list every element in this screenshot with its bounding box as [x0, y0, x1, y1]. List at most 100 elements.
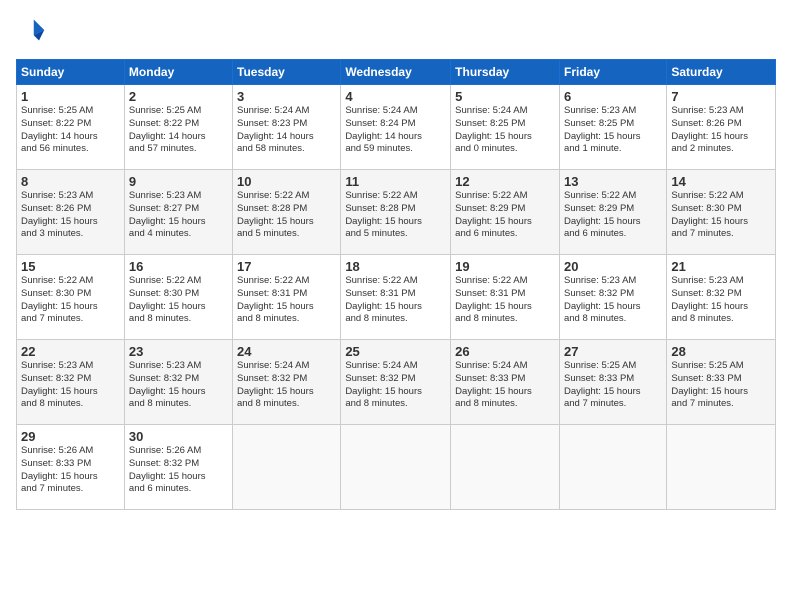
calendar-cell: 11Sunrise: 5:22 AM Sunset: 8:28 PM Dayli… [341, 170, 451, 255]
calendar-cell: 26Sunrise: 5:24 AM Sunset: 8:33 PM Dayli… [451, 340, 560, 425]
day-number: 13 [564, 174, 662, 189]
day-number: 10 [237, 174, 336, 189]
calendar-cell [667, 425, 776, 510]
day-info: Sunrise: 5:24 AM Sunset: 8:23 PM Dayligh… [237, 105, 336, 156]
day-number: 1 [21, 89, 120, 104]
day-number: 29 [21, 429, 120, 444]
calendar-cell: 12Sunrise: 5:22 AM Sunset: 8:29 PM Dayli… [451, 170, 560, 255]
logo-icon [18, 16, 46, 44]
day-number: 2 [129, 89, 228, 104]
calendar-cell: 23Sunrise: 5:23 AM Sunset: 8:32 PM Dayli… [124, 340, 232, 425]
day-header-tuesday: Tuesday [233, 60, 341, 85]
logo [16, 16, 46, 49]
day-number: 19 [455, 259, 555, 274]
calendar-cell [559, 425, 666, 510]
calendar-cell: 21Sunrise: 5:23 AM Sunset: 8:32 PM Dayli… [667, 255, 776, 340]
day-info: Sunrise: 5:23 AM Sunset: 8:26 PM Dayligh… [671, 105, 771, 156]
day-number: 8 [21, 174, 120, 189]
day-header-wednesday: Wednesday [341, 60, 451, 85]
day-info: Sunrise: 5:22 AM Sunset: 8:29 PM Dayligh… [455, 190, 555, 241]
week-row-3: 15Sunrise: 5:22 AM Sunset: 8:30 PM Dayli… [17, 255, 776, 340]
calendar-cell: 7Sunrise: 5:23 AM Sunset: 8:26 PM Daylig… [667, 85, 776, 170]
day-header-saturday: Saturday [667, 60, 776, 85]
day-header-friday: Friday [559, 60, 666, 85]
calendar-cell: 10Sunrise: 5:22 AM Sunset: 8:28 PM Dayli… [233, 170, 341, 255]
day-header-thursday: Thursday [451, 60, 560, 85]
day-info: Sunrise: 5:22 AM Sunset: 8:31 PM Dayligh… [237, 275, 336, 326]
calendar-cell: 30Sunrise: 5:26 AM Sunset: 8:32 PM Dayli… [124, 425, 232, 510]
day-info: Sunrise: 5:23 AM Sunset: 8:32 PM Dayligh… [21, 360, 120, 411]
calendar-cell: 2Sunrise: 5:25 AM Sunset: 8:22 PM Daylig… [124, 85, 232, 170]
day-number: 20 [564, 259, 662, 274]
week-row-1: 1Sunrise: 5:25 AM Sunset: 8:22 PM Daylig… [17, 85, 776, 170]
day-number: 7 [671, 89, 771, 104]
day-number: 28 [671, 344, 771, 359]
calendar-cell: 15Sunrise: 5:22 AM Sunset: 8:30 PM Dayli… [17, 255, 125, 340]
calendar-cell: 22Sunrise: 5:23 AM Sunset: 8:32 PM Dayli… [17, 340, 125, 425]
day-number: 3 [237, 89, 336, 104]
day-info: Sunrise: 5:22 AM Sunset: 8:28 PM Dayligh… [345, 190, 446, 241]
day-number: 23 [129, 344, 228, 359]
day-info: Sunrise: 5:25 AM Sunset: 8:33 PM Dayligh… [671, 360, 771, 411]
day-info: Sunrise: 5:25 AM Sunset: 8:33 PM Dayligh… [564, 360, 662, 411]
calendar-cell: 16Sunrise: 5:22 AM Sunset: 8:30 PM Dayli… [124, 255, 232, 340]
calendar-cell: 24Sunrise: 5:24 AM Sunset: 8:32 PM Dayli… [233, 340, 341, 425]
page: SundayMondayTuesdayWednesdayThursdayFrid… [0, 0, 792, 612]
day-number: 16 [129, 259, 228, 274]
day-number: 4 [345, 89, 446, 104]
header [16, 16, 776, 49]
calendar-cell: 5Sunrise: 5:24 AM Sunset: 8:25 PM Daylig… [451, 85, 560, 170]
calendar-cell: 20Sunrise: 5:23 AM Sunset: 8:32 PM Dayli… [559, 255, 666, 340]
day-info: Sunrise: 5:25 AM Sunset: 8:22 PM Dayligh… [21, 105, 120, 156]
calendar-cell: 18Sunrise: 5:22 AM Sunset: 8:31 PM Dayli… [341, 255, 451, 340]
day-number: 25 [345, 344, 446, 359]
day-info: Sunrise: 5:22 AM Sunset: 8:30 PM Dayligh… [21, 275, 120, 326]
day-info: Sunrise: 5:24 AM Sunset: 8:33 PM Dayligh… [455, 360, 555, 411]
calendar-cell [451, 425, 560, 510]
calendar-cell: 9Sunrise: 5:23 AM Sunset: 8:27 PM Daylig… [124, 170, 232, 255]
day-number: 6 [564, 89, 662, 104]
day-info: Sunrise: 5:24 AM Sunset: 8:24 PM Dayligh… [345, 105, 446, 156]
week-row-5: 29Sunrise: 5:26 AM Sunset: 8:33 PM Dayli… [17, 425, 776, 510]
calendar-table: SundayMondayTuesdayWednesdayThursdayFrid… [16, 59, 776, 510]
day-number: 27 [564, 344, 662, 359]
day-number: 18 [345, 259, 446, 274]
calendar-cell [233, 425, 341, 510]
day-number: 12 [455, 174, 555, 189]
day-info: Sunrise: 5:26 AM Sunset: 8:33 PM Dayligh… [21, 445, 120, 496]
calendar-cell: 14Sunrise: 5:22 AM Sunset: 8:30 PM Dayli… [667, 170, 776, 255]
day-info: Sunrise: 5:23 AM Sunset: 8:32 PM Dayligh… [564, 275, 662, 326]
day-number: 11 [345, 174, 446, 189]
day-info: Sunrise: 5:24 AM Sunset: 8:32 PM Dayligh… [345, 360, 446, 411]
day-number: 9 [129, 174, 228, 189]
day-number: 14 [671, 174, 771, 189]
day-number: 21 [671, 259, 771, 274]
calendar-cell: 27Sunrise: 5:25 AM Sunset: 8:33 PM Dayli… [559, 340, 666, 425]
day-header-monday: Monday [124, 60, 232, 85]
day-info: Sunrise: 5:23 AM Sunset: 8:32 PM Dayligh… [671, 275, 771, 326]
calendar-cell: 19Sunrise: 5:22 AM Sunset: 8:31 PM Dayli… [451, 255, 560, 340]
day-info: Sunrise: 5:25 AM Sunset: 8:22 PM Dayligh… [129, 105, 228, 156]
calendar-cell [341, 425, 451, 510]
day-info: Sunrise: 5:22 AM Sunset: 8:29 PM Dayligh… [564, 190, 662, 241]
day-info: Sunrise: 5:24 AM Sunset: 8:32 PM Dayligh… [237, 360, 336, 411]
calendar-cell: 6Sunrise: 5:23 AM Sunset: 8:25 PM Daylig… [559, 85, 666, 170]
calendar-cell: 1Sunrise: 5:25 AM Sunset: 8:22 PM Daylig… [17, 85, 125, 170]
calendar-cell: 4Sunrise: 5:24 AM Sunset: 8:24 PM Daylig… [341, 85, 451, 170]
calendar-cell: 13Sunrise: 5:22 AM Sunset: 8:29 PM Dayli… [559, 170, 666, 255]
week-row-4: 22Sunrise: 5:23 AM Sunset: 8:32 PM Dayli… [17, 340, 776, 425]
day-info: Sunrise: 5:22 AM Sunset: 8:30 PM Dayligh… [671, 190, 771, 241]
calendar-cell: 3Sunrise: 5:24 AM Sunset: 8:23 PM Daylig… [233, 85, 341, 170]
day-info: Sunrise: 5:23 AM Sunset: 8:32 PM Dayligh… [129, 360, 228, 411]
week-row-2: 8Sunrise: 5:23 AM Sunset: 8:26 PM Daylig… [17, 170, 776, 255]
day-info: Sunrise: 5:23 AM Sunset: 8:26 PM Dayligh… [21, 190, 120, 241]
calendar-cell: 17Sunrise: 5:22 AM Sunset: 8:31 PM Dayli… [233, 255, 341, 340]
day-number: 30 [129, 429, 228, 444]
calendar-cell: 28Sunrise: 5:25 AM Sunset: 8:33 PM Dayli… [667, 340, 776, 425]
day-info: Sunrise: 5:22 AM Sunset: 8:31 PM Dayligh… [455, 275, 555, 326]
day-number: 24 [237, 344, 336, 359]
day-number: 26 [455, 344, 555, 359]
day-info: Sunrise: 5:22 AM Sunset: 8:30 PM Dayligh… [129, 275, 228, 326]
calendar-header-row: SundayMondayTuesdayWednesdayThursdayFrid… [17, 60, 776, 85]
day-info: Sunrise: 5:26 AM Sunset: 8:32 PM Dayligh… [129, 445, 228, 496]
